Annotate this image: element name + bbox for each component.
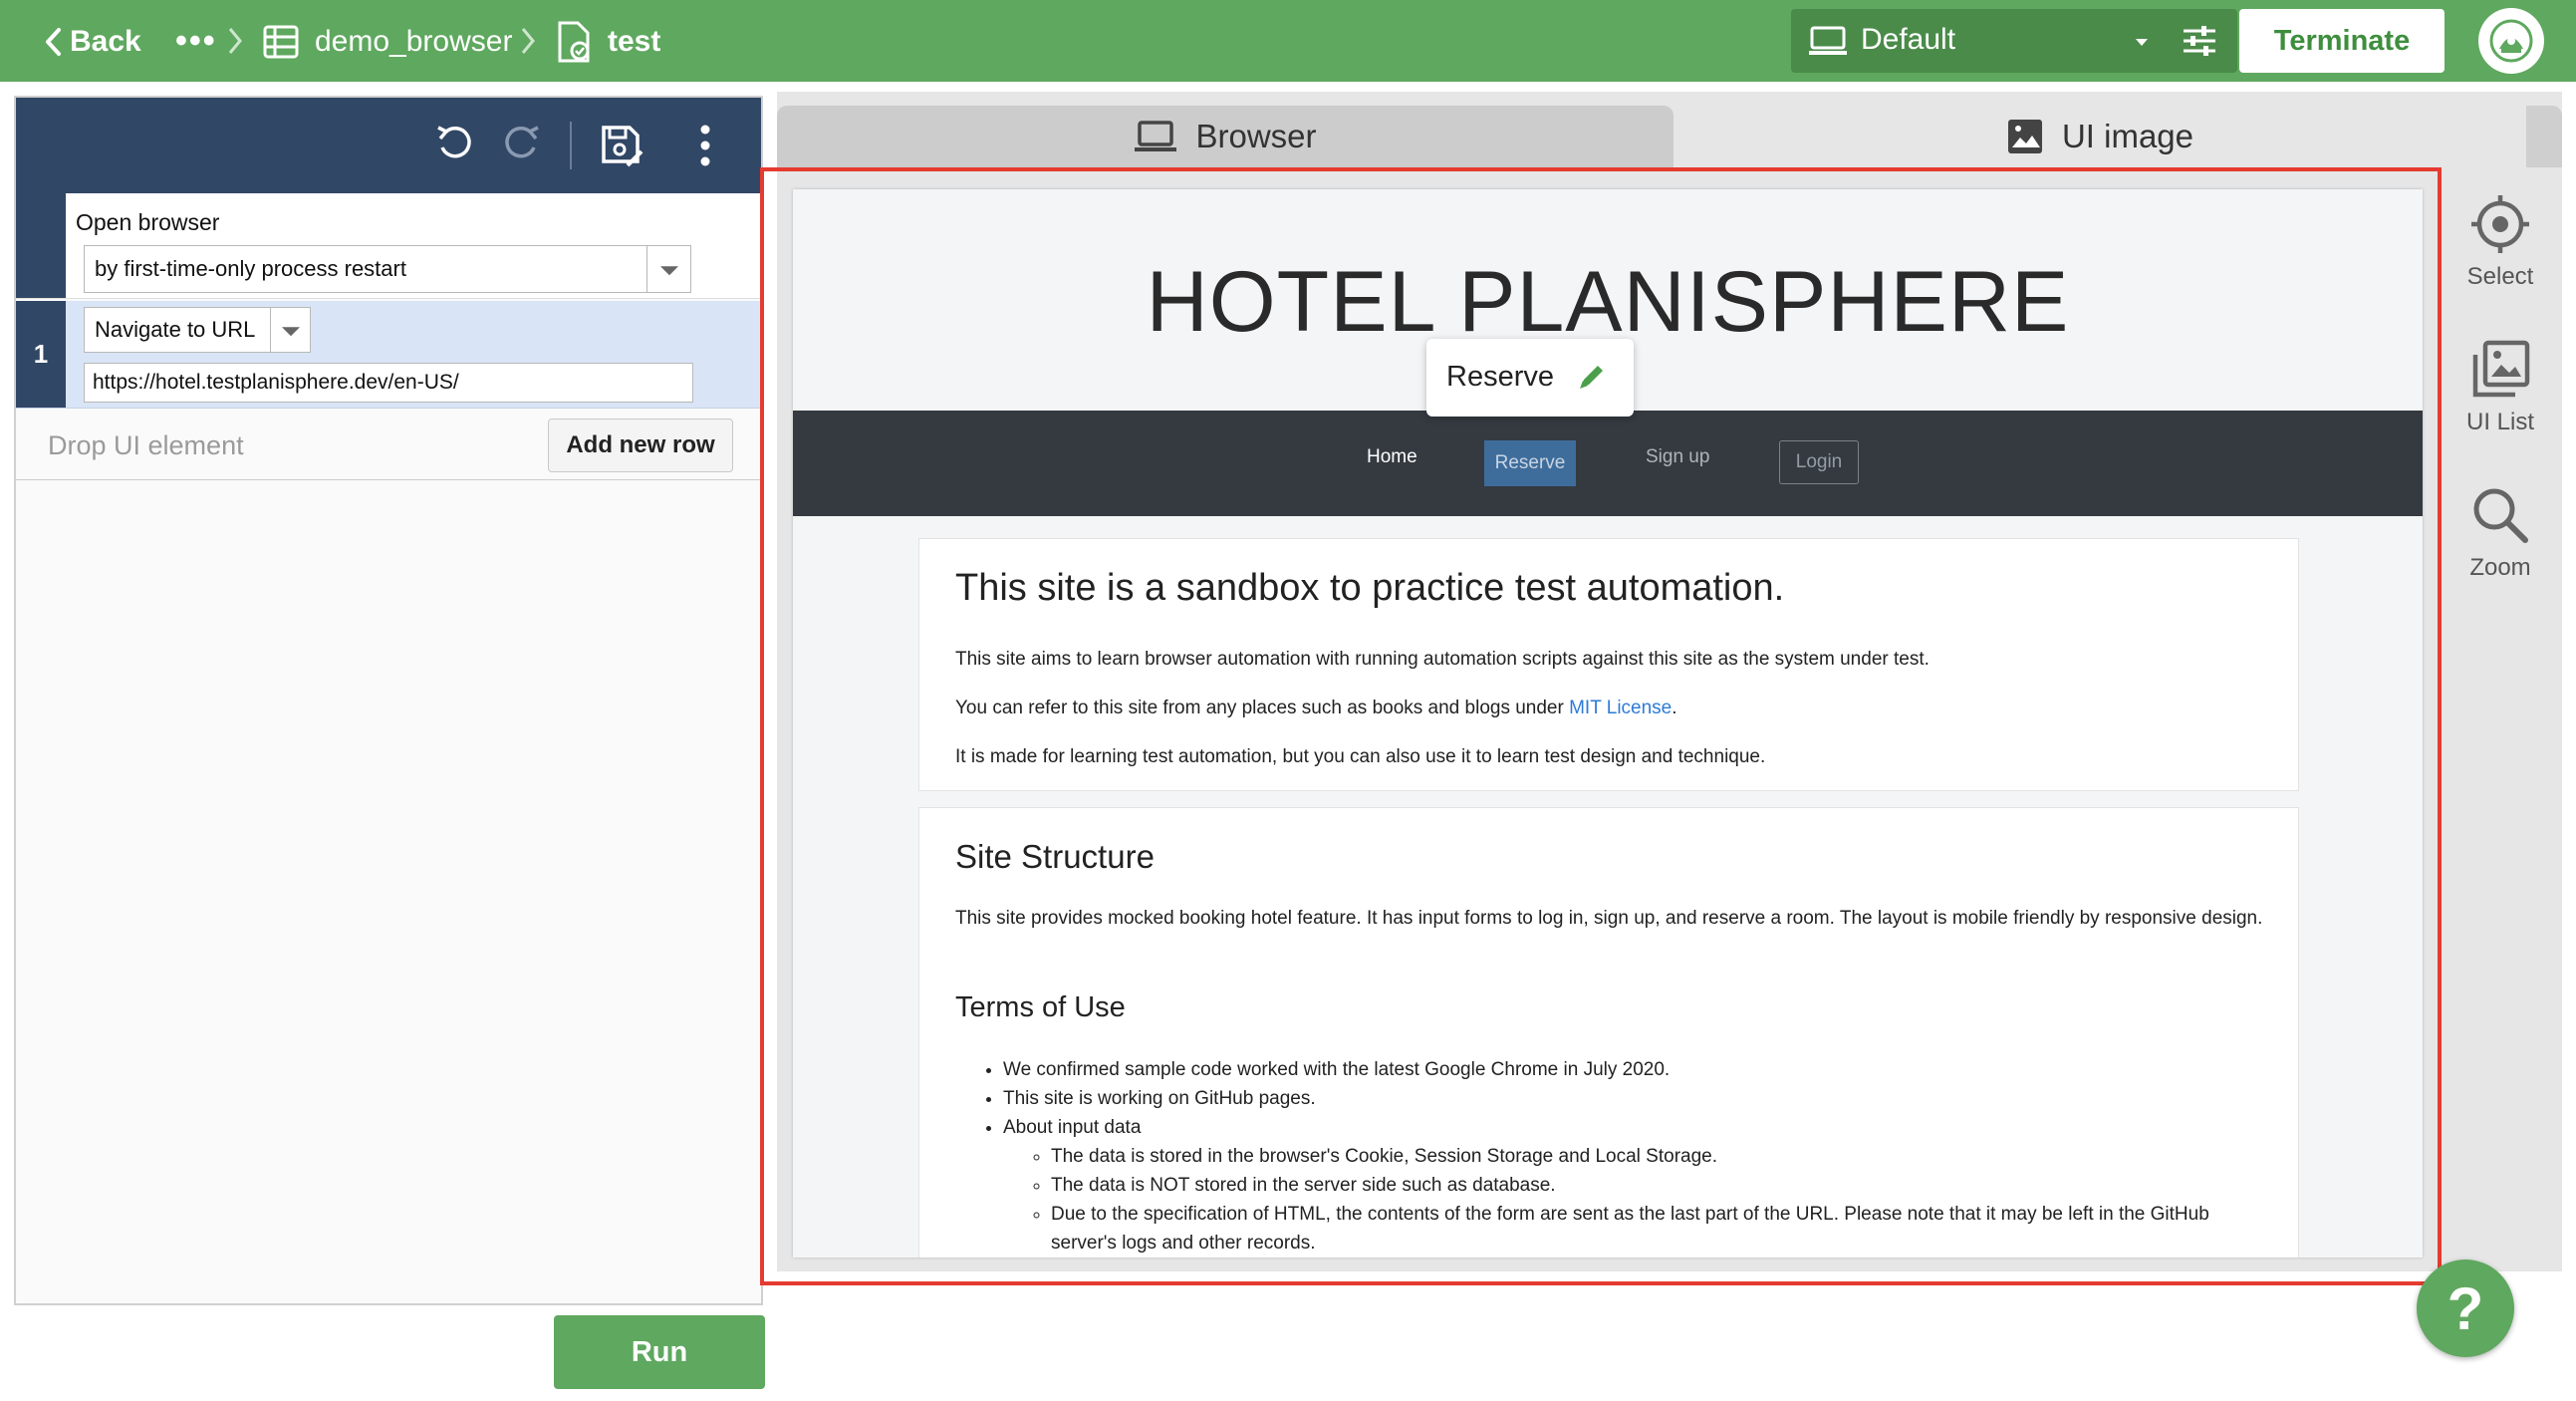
nav-signup[interactable]: Sign up (1646, 446, 1709, 468)
list-item: The data is stored in the browser's Cook… (1051, 1142, 2268, 1171)
zoom-icon (2473, 488, 2528, 543)
terminate-button[interactable]: Terminate (2239, 9, 2445, 73)
zoom-tool[interactable]: Zoom (2431, 484, 2570, 582)
save-icon[interactable] (598, 122, 645, 169)
dropdown-arrow-icon[interactable] (646, 246, 690, 292)
step-title: Open browser (76, 209, 220, 235)
breadcrumb-test-label: test (608, 25, 661, 58)
popover-label: Reserve (1446, 361, 1554, 393)
list-item: We confirmed sample code worked with the… (1003, 1055, 2268, 1084)
terms-heading: Terms of Use (955, 991, 1126, 1023)
back-button[interactable]: Back (44, 20, 141, 64)
row-gutter (16, 193, 66, 298)
list-item: This site is working on GitHub pages. (1003, 1084, 2268, 1113)
select-tool-label: Select (2466, 263, 2534, 290)
intro-paragraph-2: You can refer to this site from any plac… (955, 694, 2270, 722)
undo-icon[interactable] (432, 122, 476, 165)
laptop-icon (1135, 121, 1177, 151)
input-data-sublist: The data is stored in the browser's Cook… (1051, 1142, 2268, 1258)
open-browser-option-value: by first-time-only process restart (95, 256, 406, 281)
environment-select[interactable]: Default (1791, 9, 2237, 73)
top-bar: Back ••• demo_browser test Default Termi… (0, 0, 2576, 82)
nav-login[interactable]: Login (1779, 440, 1859, 484)
run-button[interactable]: Run (554, 1315, 765, 1389)
list-item: About input data The data is stored in t… (1003, 1113, 2268, 1258)
action-value: Navigate to URL (95, 317, 256, 342)
hotel-title[interactable]: HOTEL PLANISPHERE (793, 253, 2423, 352)
reserve-element-popover[interactable]: Reserve (1426, 339, 1634, 417)
test-editor-panel: Open browser by first-time-only process … (14, 96, 763, 1305)
step-row-navigate[interactable]: 1 Navigate to URL https://hotel.testplan… (16, 301, 761, 409)
tab-strip-end (2526, 106, 2562, 167)
avatar[interactable] (2478, 8, 2544, 74)
action-select[interactable]: Navigate to URL (84, 307, 311, 353)
add-new-row-button[interactable]: Add new row (548, 419, 733, 472)
redo-icon[interactable] (500, 122, 544, 165)
zoom-tool-label: Zoom (2469, 554, 2531, 581)
ui-list-tool-label: UI List (2465, 409, 2534, 435)
more-vertical-icon[interactable] (699, 122, 711, 169)
ui-list-tool[interactable]: UI List (2431, 339, 2570, 436)
list-item: The data is NOT stored in the server sid… (1051, 1171, 2268, 1200)
chevron-right-icon (228, 28, 242, 54)
help-button[interactable]: ? (2417, 1260, 2514, 1357)
tab-browser[interactable]: Browser (777, 106, 1674, 167)
intro-card: This site is a sandbox to practice test … (918, 538, 2299, 791)
drop-zone[interactable]: Drop UI element Add new row (16, 411, 761, 480)
breadcrumb-project[interactable]: demo_browser (263, 20, 512, 64)
step-row-open-browser[interactable]: Open browser by first-time-only process … (16, 193, 761, 299)
image-icon (2007, 120, 2042, 153)
chevron-right-icon (521, 28, 535, 54)
intro-p2-text: You can refer to this site from any plac… (955, 698, 1570, 718)
drop-placeholder: Drop UI element (48, 430, 244, 460)
intro-paragraph-3: It is made for learning test automation,… (955, 746, 1766, 767)
image-stack-icon (2472, 340, 2530, 398)
intro-p2-end: . (1672, 698, 1677, 718)
monitor-icon (1809, 26, 1847, 55)
environment-label: Default (1861, 23, 1956, 56)
url-input[interactable]: https://hotel.testplanisphere.dev/en-US/ (84, 363, 693, 403)
settings-sliders-icon[interactable] (2182, 23, 2217, 59)
row-number: 1 (16, 301, 66, 408)
structure-heading: Site Structure (955, 838, 1155, 875)
structure-card: Site Structure This site provides mocked… (918, 807, 2299, 1258)
tab-ui-image[interactable]: UI image (1674, 106, 2526, 167)
crosshair-icon (2471, 195, 2529, 253)
open-browser-option-select[interactable]: by first-time-only process restart (84, 245, 691, 293)
list-item: Due to the specification of HTML, the co… (1051, 1200, 2268, 1258)
dropdown-arrow-icon[interactable] (270, 308, 310, 352)
chevron-left-icon (46, 28, 61, 56)
editor-toolbar (16, 98, 761, 193)
toolbar-divider (570, 122, 572, 169)
table-icon (263, 25, 299, 59)
test-file-icon (558, 21, 590, 63)
breadcrumb-project-label: demo_browser (315, 25, 513, 58)
nav-reserve[interactable]: Reserve (1484, 440, 1576, 486)
intro-paragraph-1: This site aims to learn browser automati… (955, 649, 1930, 670)
select-tool[interactable]: Select (2431, 193, 2570, 291)
hotel-navbar: Home Reserve Sign up Login (793, 411, 2423, 516)
structure-paragraph: This site provides mocked booking hotel … (955, 908, 2263, 929)
caret-down-icon (2136, 39, 2148, 46)
tab-browser-label: Browser (1195, 118, 1317, 154)
list-item-text: About input data (1003, 1117, 1142, 1138)
robot-icon (2489, 19, 2533, 63)
back-label: Back (70, 25, 141, 58)
nav-home[interactable]: Home (1367, 446, 1417, 468)
pencil-icon[interactable] (1576, 361, 1608, 393)
breadcrumb-more-button[interactable]: ••• (175, 22, 217, 61)
tab-ui-image-label: UI image (2061, 118, 2194, 154)
terms-list: We confirmed sample code worked with the… (1003, 1055, 2268, 1258)
intro-heading: This site is a sandbox to practice test … (955, 567, 1785, 609)
mit-license-link[interactable]: MIT License (1569, 698, 1672, 718)
breadcrumb-test[interactable]: test (556, 20, 660, 64)
